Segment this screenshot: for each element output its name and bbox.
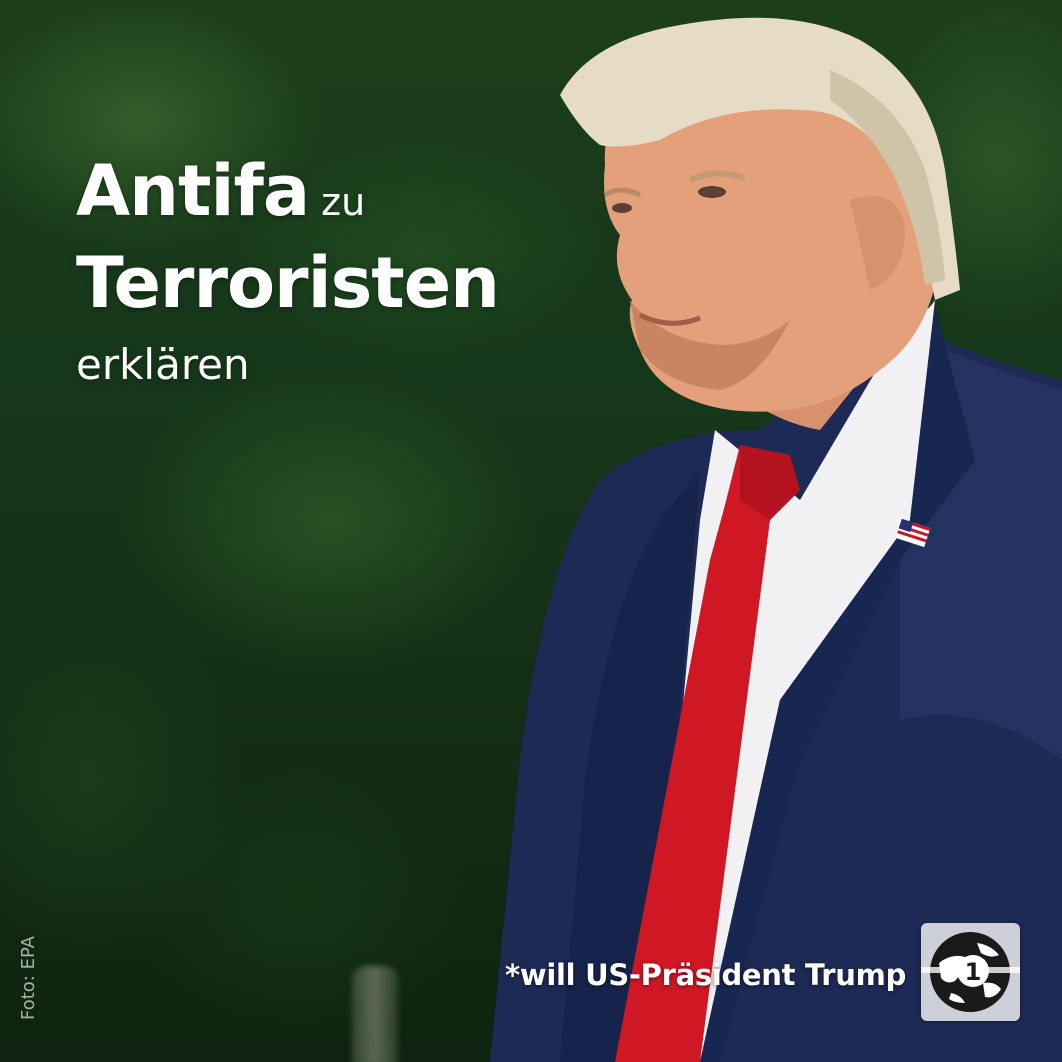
photo-credit: Foto: EPA bbox=[18, 936, 39, 1020]
tagesschau-globe-logo-icon: 1 bbox=[921, 923, 1020, 1021]
headline-word-erklaeren: erklären bbox=[76, 340, 250, 389]
footnote-caption: *will US-Präsident Trump bbox=[505, 958, 907, 992]
headline-word-antifa: Antifa bbox=[76, 150, 310, 232]
logo-numeral: 1 bbox=[965, 958, 982, 986]
headline-word-terroristen: Terroristen bbox=[76, 242, 500, 324]
headline: Antifa zu Terroristen erklären bbox=[76, 150, 500, 389]
headline-word-zu: zu bbox=[321, 180, 366, 224]
post-image: Antifa zu Terroristen erklären *will US-P… bbox=[0, 0, 1062, 1062]
